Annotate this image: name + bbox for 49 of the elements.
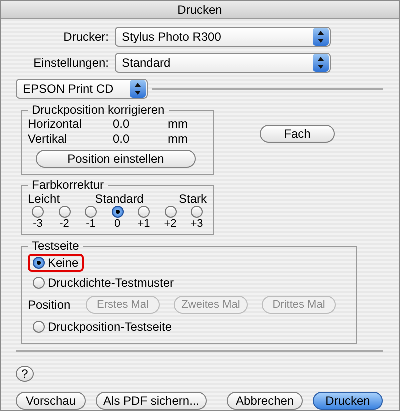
row-label: Vertikal bbox=[28, 132, 68, 147]
updown-arrows-icon bbox=[130, 80, 146, 98]
window-title: Drucken bbox=[1, 1, 399, 19]
field-label: Einstellungen: bbox=[32, 56, 110, 70]
radio-label: +1 bbox=[138, 218, 150, 230]
unit-text: mm bbox=[168, 117, 189, 132]
dialog-button[interactable]: Abbrechen bbox=[227, 392, 303, 410]
radio-button[interactable] bbox=[112, 206, 124, 218]
radio-label: -3 bbox=[33, 218, 43, 230]
printer-dropdown[interactable]: Stylus Photo R300 bbox=[115, 27, 331, 47]
unit-text: mm bbox=[168, 132, 189, 147]
position-button[interactable]: Position einstellen bbox=[36, 150, 196, 168]
presets-dropdown[interactable]: Standard bbox=[115, 53, 331, 73]
radio-button[interactable] bbox=[58, 206, 70, 218]
row-label: Position bbox=[28, 298, 72, 312]
dialog-button[interactable]: Als PDF sichern... bbox=[96, 392, 208, 410]
radio-label: 0 bbox=[114, 218, 121, 230]
radio-button[interactable] bbox=[33, 277, 45, 289]
radio-label: -2 bbox=[60, 218, 70, 230]
dialog-button[interactable]: Vorschau bbox=[16, 392, 86, 410]
updown-arrows-icon bbox=[313, 28, 329, 46]
radio-label: -1 bbox=[86, 218, 96, 230]
radio-button[interactable] bbox=[33, 321, 45, 333]
field-label: Drucker: bbox=[62, 30, 110, 44]
radio-button[interactable] bbox=[191, 206, 203, 218]
radio-label[interactable]: Druckposition-Testseite bbox=[48, 320, 172, 334]
radio-button[interactable] bbox=[32, 206, 44, 218]
value-text: 0.0 bbox=[113, 117, 131, 132]
radio-label: +2 bbox=[164, 218, 177, 230]
scale-label: Standard bbox=[95, 192, 144, 206]
radio-button[interactable] bbox=[85, 206, 97, 218]
radio-label: +3 bbox=[190, 218, 204, 230]
radio-label[interactable]: Druckdichte-Testmuster bbox=[48, 276, 174, 290]
help-button[interactable]: ? bbox=[16, 366, 34, 382]
panel-dropdown[interactable]: EPSON Print CD bbox=[16, 79, 148, 99]
row-label: Horizontal bbox=[28, 117, 84, 132]
group-title: Farbkorrektur bbox=[31, 178, 106, 192]
value-text: 0.0 bbox=[113, 132, 131, 147]
radio-button[interactable] bbox=[33, 257, 45, 269]
tray-button[interactable]: Fach bbox=[260, 125, 335, 143]
scale-label: Stark bbox=[178, 192, 207, 206]
dialog-button[interactable]: Drucken bbox=[313, 392, 383, 410]
radio-label[interactable]: Keine bbox=[48, 256, 79, 270]
updown-arrows-icon bbox=[313, 54, 329, 72]
radio-button[interactable] bbox=[138, 206, 150, 218]
group-title: Testseite bbox=[31, 239, 80, 253]
radio-button[interactable] bbox=[164, 206, 176, 218]
scale-label: Leicht bbox=[28, 192, 60, 206]
group-title: Druckposition korrigieren bbox=[31, 103, 166, 117]
